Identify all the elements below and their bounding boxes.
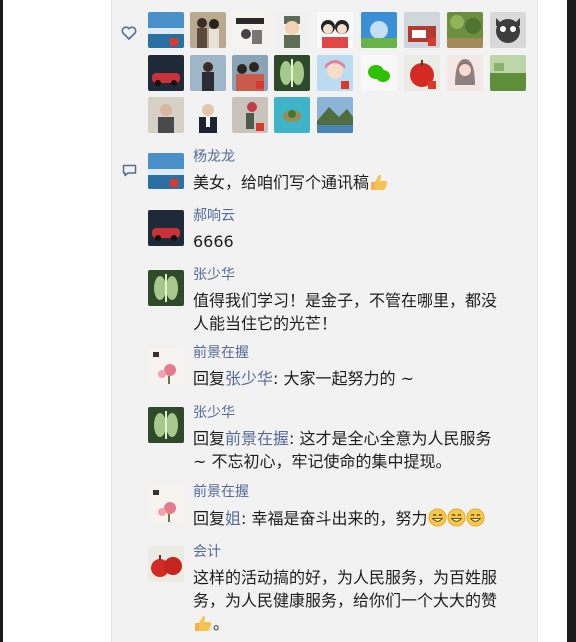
comment-text: 6666 [193,232,234,251]
comment-avatar-zhangshaohua[interactable] [148,407,184,443]
liker-avatar-2[interactable] [190,12,226,48]
comment-avatar-qianjingzaiwo[interactable] [148,486,184,522]
commenter-name[interactable]: 前景在握 [193,484,249,501]
liker-avatar-19[interactable] [148,97,184,133]
screen-edge-right [567,0,576,642]
liker-avatar-12[interactable] [232,55,268,91]
comment-text: 值得我们学习！是金子，不管在哪里，都没 人能当住它的光芒！ [193,289,531,335]
liker-avatar-7[interactable] [404,12,440,48]
liker-avatar-16[interactable] [404,55,440,91]
comment-text-body: : 大家一起努力的 ~ [273,369,415,388]
liker-avatar-4[interactable] [274,12,310,48]
reply-prefix: 回复 [193,369,226,388]
comment-text: 回复姐: 幸福是奋斗出来的，努力 [193,507,531,533]
reply-mention-link[interactable]: 张少华 [225,369,273,388]
comment-text-line: 值得我们学习！是金子，不管在哪里，都没 [193,291,498,310]
commenter-name[interactable]: 前景在握 [193,345,249,362]
liker-avatar-3[interactable] [232,12,268,48]
liker-avatar-8[interactable] [447,12,483,48]
comment-text: 这样的活动搞的好，为人民服务，为百姓服 务，为人民健康服务，给你们一个大大的赞 … [193,566,531,638]
reply-prefix: 回复 [193,509,226,528]
liker-avatar-10[interactable] [148,55,184,91]
grin-face-icon [427,508,447,533]
comment-text-body: : 幸福是奋斗出来的，努力 [241,509,428,528]
commenter-name[interactable]: 郝响云 [193,208,235,225]
comment-text-line: 这样的活动搞的好，为人民服务，为百姓服 [193,568,498,587]
reply-mention-link[interactable]: 姐 [225,509,241,528]
liker-avatar-14[interactable] [317,55,353,91]
liker-avatar-21[interactable] [232,97,268,133]
comment-avatar-kuaiji[interactable] [148,546,184,582]
grin-face-icon [446,508,466,533]
comment-avatar-haoxiangyun[interactable] [148,210,184,246]
comment-text-line: 务，为人民健康服务，给你们一个大大的赞 [193,591,498,610]
liker-avatar-1[interactable] [148,12,184,48]
liker-avatar-23[interactable] [317,97,353,133]
liker-avatar-20[interactable] [190,97,226,133]
commenter-name[interactable]: 张少华 [193,405,235,422]
comment-avatar-yanglonglong[interactable] [148,153,184,189]
liker-avatar-15[interactable] [361,55,397,91]
thumbs-up-icon [193,614,213,638]
reply-prefix: 回复 [193,429,226,448]
comment-text-line: 回复前景在握: 这才是全心全意为人民服务 [193,427,531,450]
comment-text-body: 美女，给咱们写个通讯稿 [193,173,370,192]
liker-avatar-11[interactable] [190,55,226,91]
commenter-name[interactable]: 张少华 [193,267,235,284]
reply-mention-link[interactable]: 前景在握 [225,429,289,448]
comment-avatar-qianjingzaiwo[interactable] [148,348,184,384]
liker-avatar-18[interactable] [490,55,526,91]
liker-avatar-22[interactable] [274,97,310,133]
liker-avatar-9[interactable] [490,12,526,48]
comment-text-body: : 这才是全心全意为人民服务 [289,429,492,448]
comment-text-line: 人能当住它的光芒！ [193,314,338,333]
comment-text: 回复前景在握: 这才是全心全意为人民服务 ~ 不忘初心，牢记使命的集中提现。 [193,427,531,473]
comment-text-body: 。 [213,614,230,633]
comment-text: 回复张少华: 大家一起努力的 ~ [193,367,531,390]
screen-edge-left [0,0,3,642]
liker-avatar-13[interactable] [274,55,310,91]
heart-outline-icon [121,25,137,40]
thumbs-up-icon [369,173,389,197]
comment-text-line: 。 [193,612,531,638]
comment-bubble-icon [122,162,137,177]
liker-avatar-17[interactable] [447,55,483,91]
liker-avatar-6[interactable] [361,12,397,48]
comment-avatar-zhangshaohua[interactable] [148,270,184,306]
commenter-name[interactable]: 会计 [193,544,221,561]
grin-face-icon [465,508,485,533]
liker-avatar-5[interactable] [317,12,353,48]
comment-text: 美女，给咱们写个通讯稿 [193,171,531,197]
comment-text-line: ~ 不忘初心，牢记使命的集中提现。 [193,452,452,471]
commenter-name[interactable]: 杨龙龙 [193,149,235,166]
